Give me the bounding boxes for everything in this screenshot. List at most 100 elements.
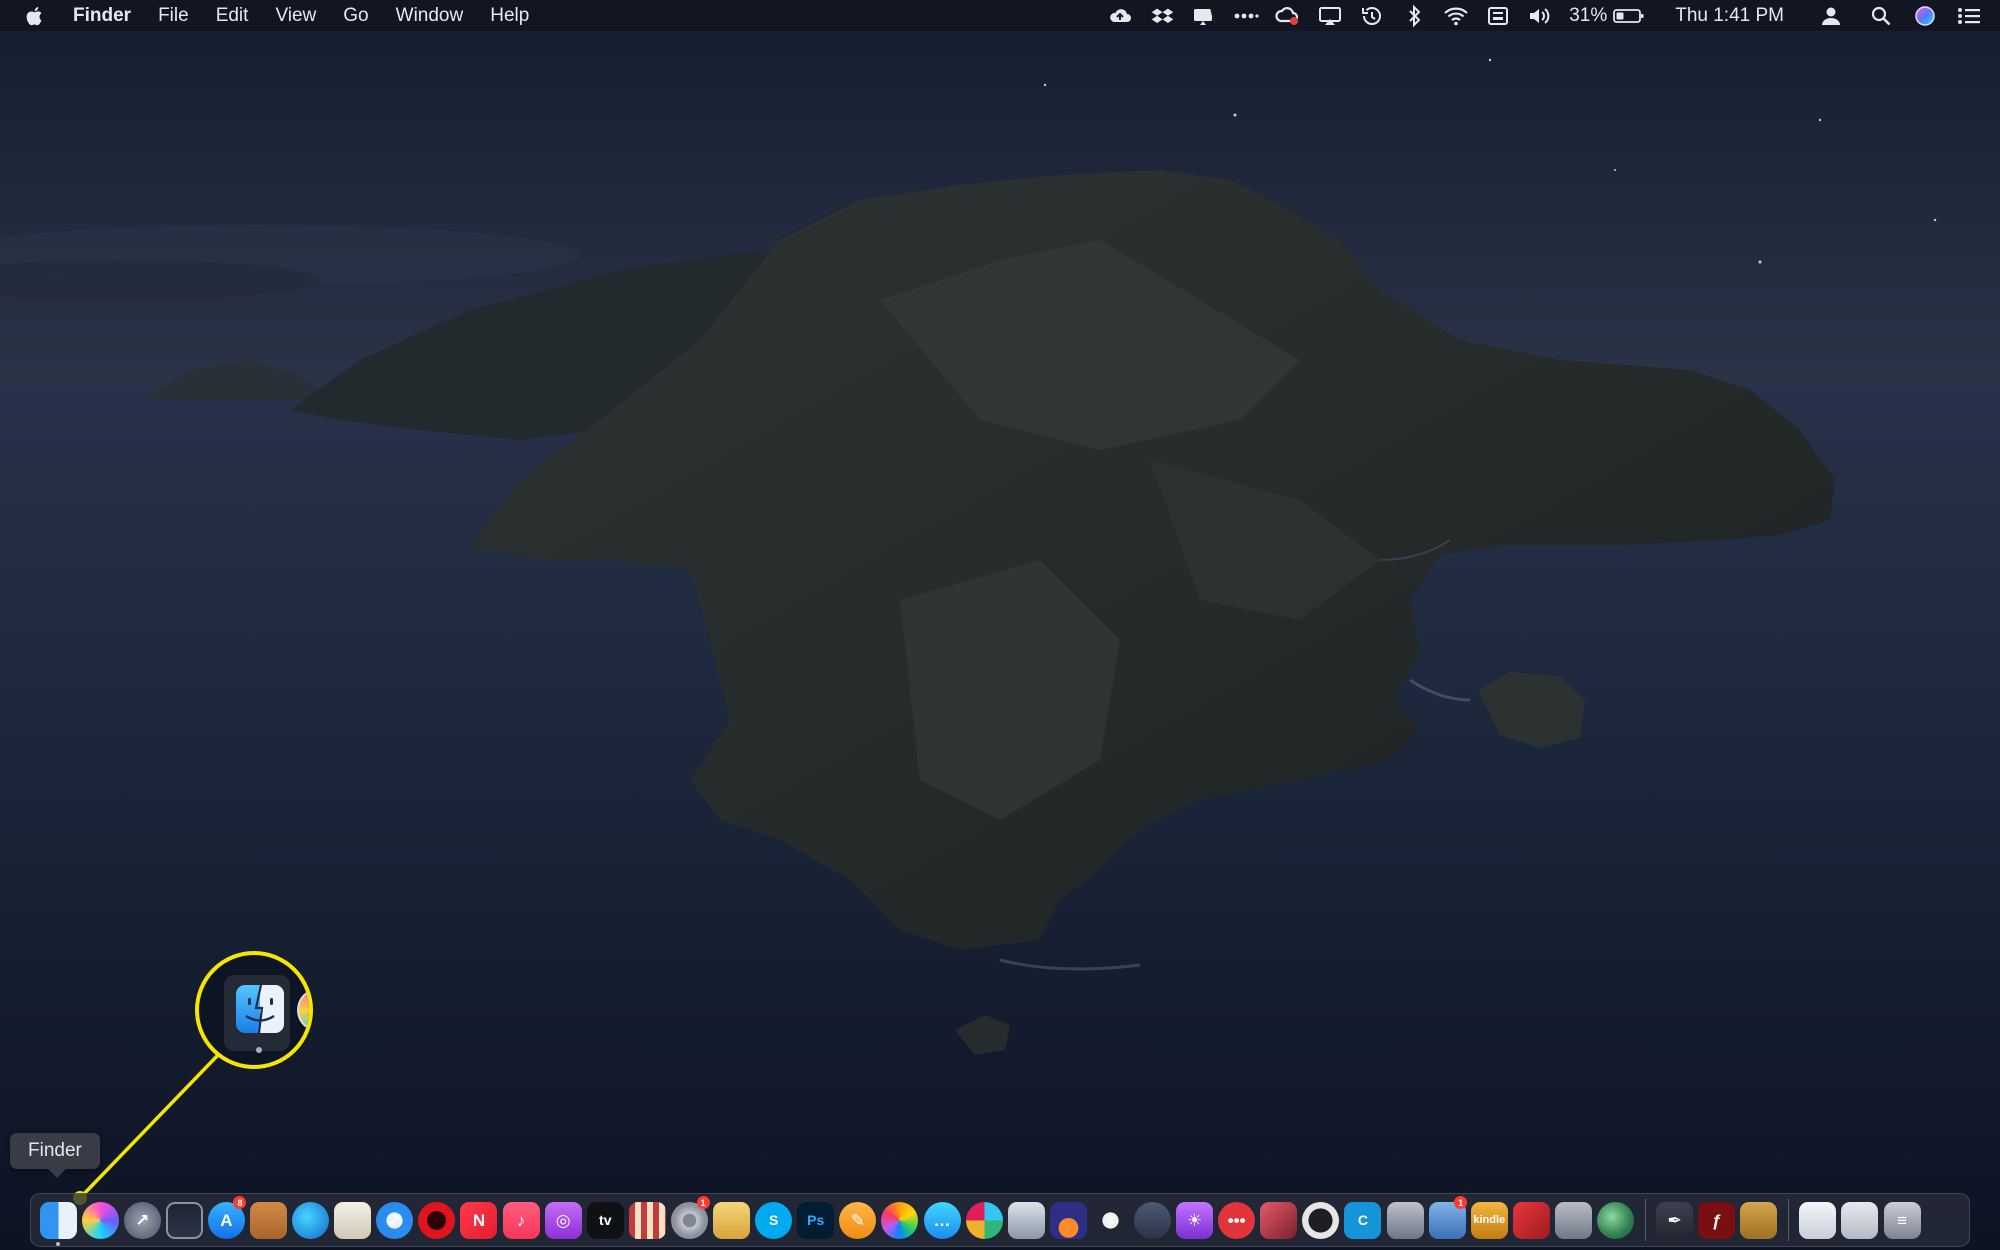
dock-item-news[interactable]: N [458, 1193, 500, 1247]
dock-item-slack[interactable] [963, 1193, 1005, 1247]
running-indicator [56, 1242, 61, 1246]
downloads-icon [1841, 1201, 1879, 1239]
dock-item-sketchup[interactable] [1510, 1193, 1552, 1247]
dock-item-pages[interactable]: ✎ [837, 1193, 879, 1247]
dock-item-more[interactable]: ••• [1216, 1193, 1258, 1247]
dock-separator [1644, 1199, 1646, 1241]
dock-item-archive[interactable] [1738, 1193, 1780, 1247]
dock-item-notes[interactable] [332, 1193, 374, 1247]
dock-item-paste[interactable] [1131, 1193, 1173, 1247]
dropbox-icon[interactable] [1149, 5, 1175, 27]
volume-icon[interactable] [1527, 5, 1553, 27]
dock-item-photoshop[interactable]: Ps [795, 1193, 837, 1247]
apple-logo-icon[interactable] [24, 4, 46, 28]
finder-zoom-callout [195, 951, 313, 1069]
skype-icon: S [755, 1201, 793, 1239]
dock-item-documents[interactable] [1797, 1193, 1839, 1247]
dock-item-preview[interactable] [711, 1193, 753, 1247]
printer-icon [1133, 1201, 1171, 1239]
dock-item-obs[interactable] [1300, 1193, 1342, 1247]
dock-item-finder[interactable] [37, 1193, 79, 1247]
menu-clock[interactable]: Thu 1:41 PM [1675, 5, 1784, 27]
dock-item-opera[interactable] [416, 1193, 458, 1247]
dock-item-command[interactable] [1552, 1193, 1594, 1247]
menu-bar: Finder File Edit View Go Window Help 31%… [0, 0, 2000, 31]
dock-icon-label: kindle [1473, 1214, 1506, 1226]
dock-item-apple-tv[interactable]: tv [584, 1193, 626, 1247]
battery-percent[interactable]: 31% [1569, 5, 1607, 27]
dock-item-curve[interactable]: C [1342, 1193, 1384, 1247]
dock-item-gas-mask[interactable]: ⚕ [1089, 1193, 1131, 1247]
dock-item-earth[interactable] [1594, 1193, 1636, 1247]
battery-icon[interactable] [1613, 5, 1645, 27]
dock-item-messages[interactable]: … [921, 1193, 963, 1247]
obs-icon [1302, 1201, 1340, 1239]
screen-record-icon[interactable] [1191, 5, 1217, 27]
dock-icon-label: Ps [807, 1212, 825, 1228]
dock-item-script-editor[interactable]: ✒ [1654, 1193, 1696, 1247]
notification-center-icon[interactable] [1956, 5, 1982, 27]
apple-tv-icon: tv [586, 1201, 624, 1239]
dock-item-image-capture[interactable] [1005, 1193, 1047, 1247]
dock-icon-glyph: ☀ [1186, 1210, 1203, 1230]
dock-item-safari[interactable]: ↗ [374, 1193, 416, 1247]
robot-icon [1386, 1201, 1424, 1239]
time-machine-icon[interactable] [1359, 5, 1385, 27]
dock-item-kindle[interactable]: kindle [1468, 1193, 1510, 1247]
dock-icon-glyph: ••• [1227, 1210, 1246, 1230]
sketchup-icon [1512, 1201, 1550, 1239]
dock-item-system-preferences[interactable]: 1 [668, 1193, 710, 1247]
dock-item-notebook[interactable] [247, 1193, 289, 1247]
dock-item-photos[interactable] [879, 1193, 921, 1247]
dock-item-photo-booth[interactable] [626, 1193, 668, 1247]
dock-item-flash[interactable]: ƒ [1696, 1193, 1738, 1247]
bluetooth-icon[interactable] [1401, 4, 1427, 27]
image-capture-icon [1007, 1201, 1045, 1239]
menu-window[interactable]: Window [396, 5, 464, 27]
dock-item-lamp[interactable]: ☀ [1174, 1193, 1216, 1247]
dock-item-siri[interactable] [79, 1193, 121, 1247]
dock-item-mission-control[interactable] [163, 1193, 205, 1247]
dock-item-podcasts[interactable]: ◎ [542, 1193, 584, 1247]
dock-icon-glyph: N [472, 1210, 486, 1230]
dock: ↗ A 8 ↗ N ♪ ◎ tv 1 S Ps ✎ … ⚕ ☀ ••• C 1 kindle ✒ ƒ ≡ [30, 1193, 1970, 1247]
creative-cloud-icon[interactable] [1275, 5, 1301, 27]
pages-icon: ✎ [839, 1201, 877, 1239]
icloud-upload-icon[interactable] [1107, 5, 1133, 27]
notification-badge: 8 [233, 1196, 247, 1209]
dock-item-cube[interactable] [1258, 1193, 1300, 1247]
menu-go[interactable]: Go [343, 5, 368, 27]
dock-icon-glyph: ↗ [135, 1210, 150, 1230]
siri-icon [81, 1201, 119, 1239]
dock-item-mastodon[interactable] [1047, 1193, 1089, 1247]
dock-item-image-utility[interactable]: 1 [1426, 1193, 1468, 1247]
box-icon [1740, 1201, 1778, 1239]
siri-icon[interactable] [1912, 5, 1938, 27]
menu-app-name[interactable]: Finder [73, 5, 131, 27]
dock-item-music[interactable]: ♪ [500, 1193, 542, 1247]
menu-view[interactable]: View [275, 5, 316, 27]
dock-item-skype[interactable]: S [753, 1193, 795, 1247]
menu-help[interactable]: Help [490, 5, 529, 27]
spotlight-search-icon[interactable] [1868, 5, 1894, 27]
pen-icon: ✒ [1656, 1201, 1694, 1239]
running-indicator [256, 1047, 262, 1053]
safari-icon: ↗ [376, 1201, 414, 1239]
dock-item-launchpad[interactable]: ↗ [121, 1193, 163, 1247]
airplay-icon[interactable] [1317, 5, 1343, 27]
keyboard-input-icon[interactable] [1485, 5, 1511, 27]
menu-file[interactable]: File [158, 5, 189, 27]
wifi-icon[interactable] [1443, 5, 1469, 27]
dock-item-automator[interactable] [1384, 1193, 1426, 1247]
siri-icon [297, 988, 309, 1032]
dock-item-downloads[interactable] [1839, 1193, 1881, 1247]
more-dots-icon[interactable] [1233, 5, 1259, 27]
dock-item-trash[interactable]: ≡ [1881, 1193, 1923, 1247]
dock-icon-glyph: ƒ [1711, 1210, 1722, 1230]
news-icon: N [460, 1201, 498, 1239]
user-icon[interactable] [1818, 5, 1844, 27]
dock-item-edge[interactable] [290, 1193, 332, 1247]
menu-edit[interactable]: Edit [216, 5, 249, 27]
dock-item-app-store[interactable]: A8 [205, 1193, 247, 1247]
notebook-icon [250, 1201, 288, 1239]
